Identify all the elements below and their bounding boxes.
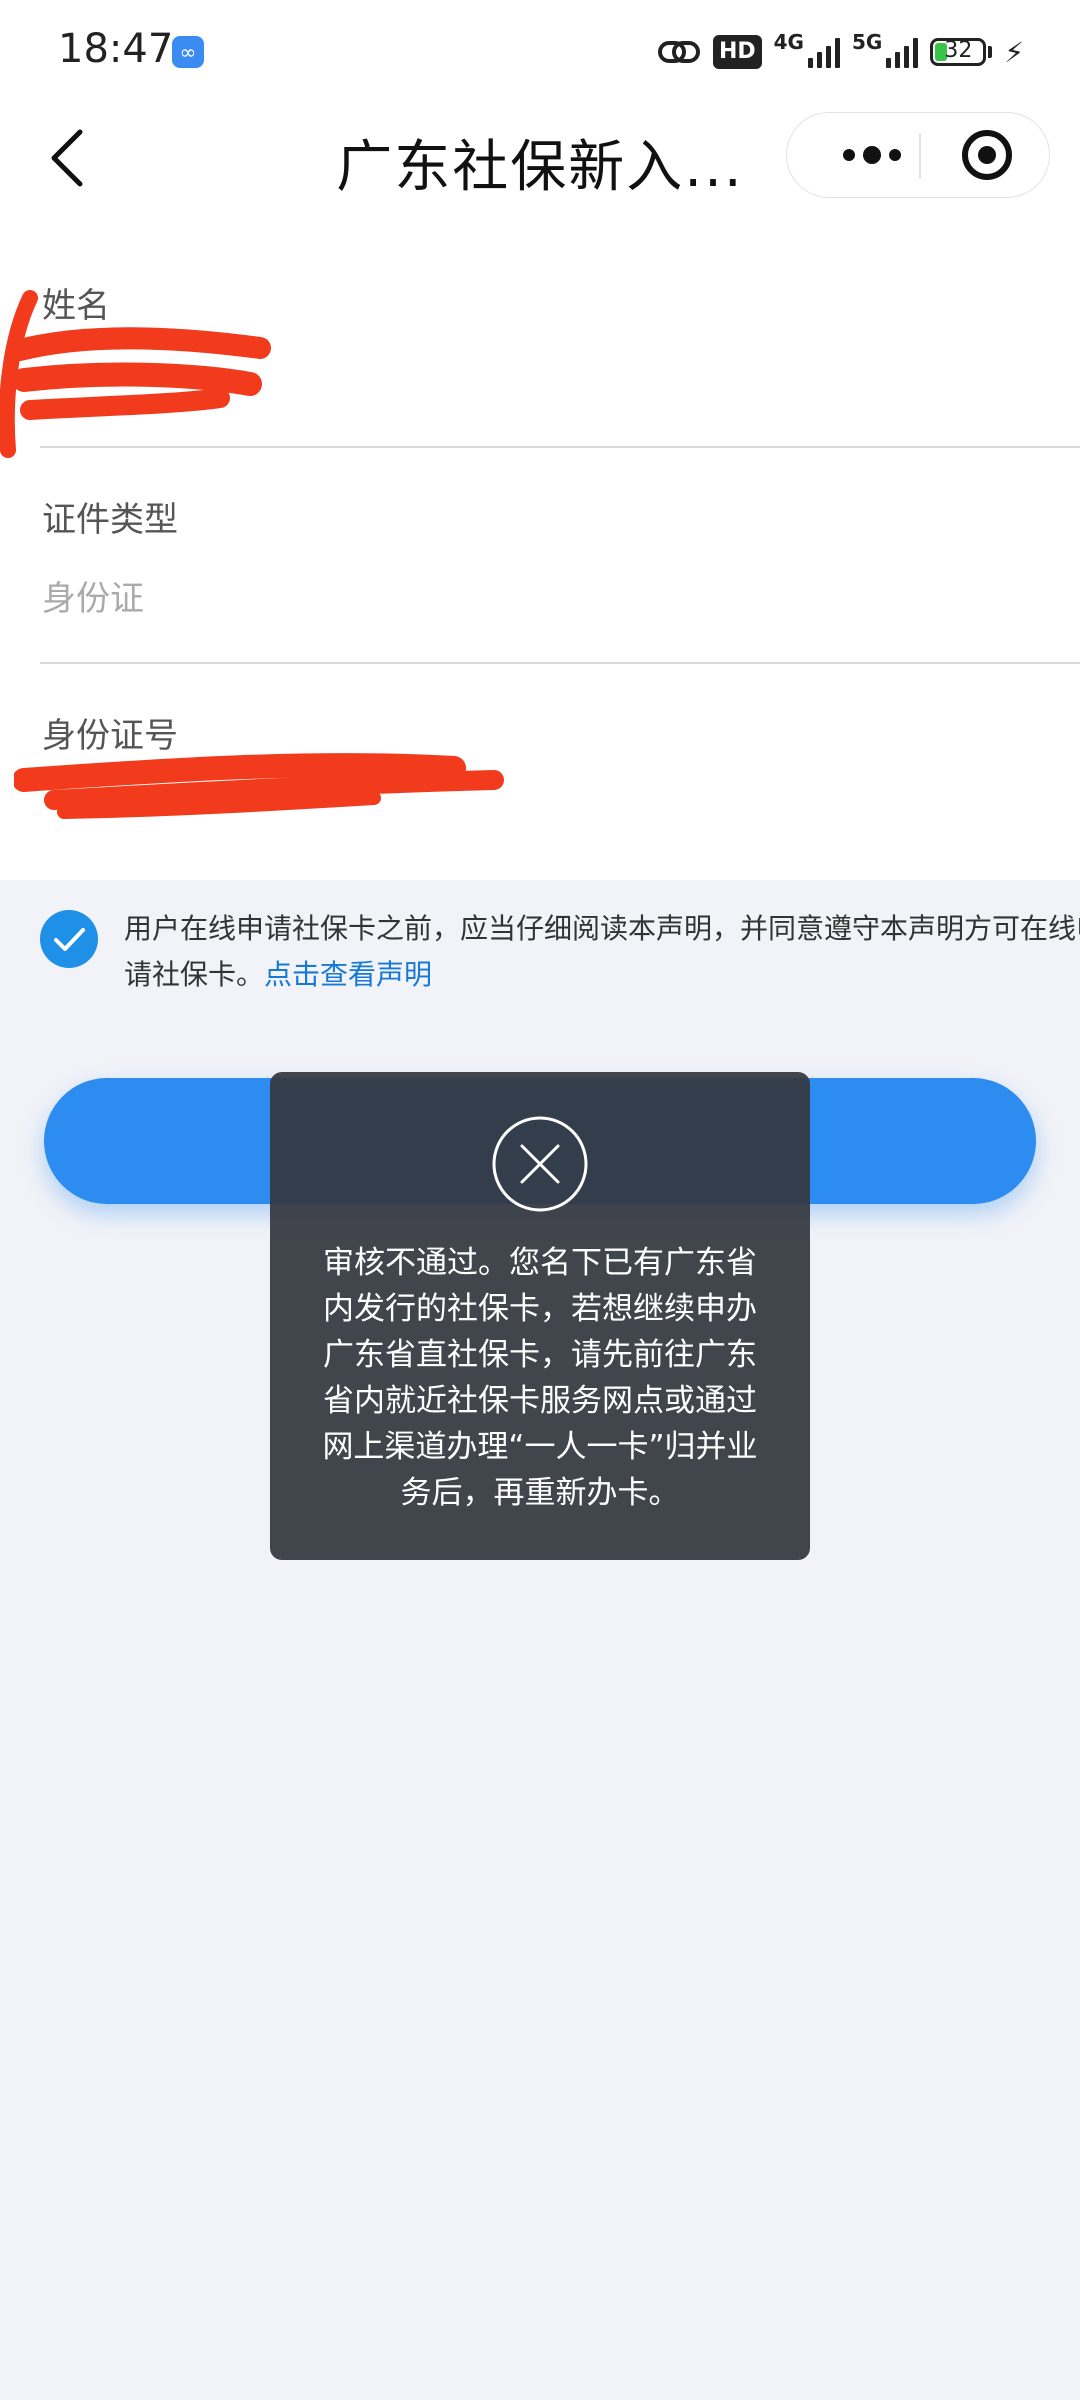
more-dots-icon [843,146,901,164]
agreement-checkbox[interactable] [40,910,98,968]
battery-tip [988,46,993,58]
close-circle-icon [492,1116,588,1212]
close-mini-program-button[interactable] [937,113,1037,197]
check-icon [54,928,85,951]
id-type-field[interactable]: 证件类型 身份证 [42,492,1080,620]
signal-4g-icon [807,36,840,68]
battery-level: 32 [944,38,973,63]
capsule-divider [919,133,921,179]
more-button[interactable] [827,113,917,197]
link-icon [657,41,700,63]
network-5g-label: 5G [851,30,883,54]
id-type-value: 身份证 [42,579,144,619]
signal-5g-icon [886,36,919,68]
link-app-icon: ∞ [172,36,204,68]
charging-icon: ⚡ [1004,35,1024,69]
toast-message: 审核不通过。您名下已有广东省内发行的社保卡，若想继续申办广东省直社保卡，请先前往… [322,1245,758,1511]
application-form: 姓名 证件类型 身份证 身份证号 [0,220,1080,880]
redaction-mark [0,290,271,458]
error-toast: 审核不通过。您名下已有广东省内发行的社保卡，若想继续申办广东省直社保卡，请先前往… [270,1072,810,1560]
status-bar: 18:47 ∞ HD 4G 5G 32 ⚡ [0,0,1080,100]
network-4g-label: 4G [773,30,804,54]
status-time: 18:47 [58,26,174,72]
redaction-mark [14,753,504,819]
hd-badge: HD [712,35,762,69]
agreement-text: 用户在线申请社保卡之前，应当仔细阅读本声明，并同意遵守本声明方可在线申请社保卡。… [124,906,1080,998]
mini-program-capsule [786,112,1050,198]
navigation-bar: 广东社保新入... [0,100,1080,220]
target-close-icon [962,130,1012,180]
id-type-label: 证件类型 [42,500,178,540]
status-indicators: HD 4G 5G 32 ⚡ [657,30,1024,74]
battery-icon: 32 [930,38,987,66]
view-statement-link[interactable]: 点击查看声明 [264,958,432,991]
divider [40,662,1080,664]
divider [40,446,1080,448]
